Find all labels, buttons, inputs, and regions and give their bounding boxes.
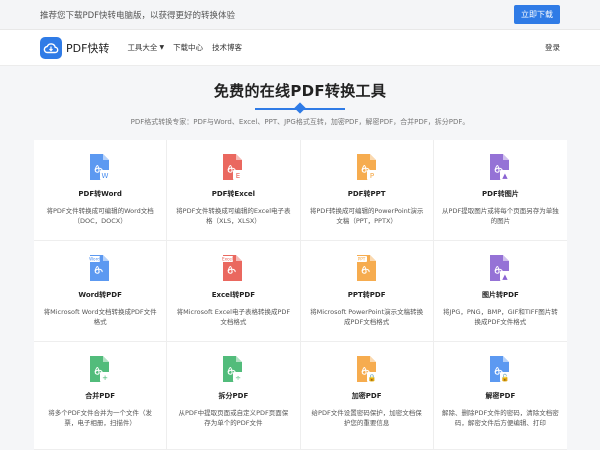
download-now-button[interactable]: 立即下载 bbox=[514, 5, 560, 24]
main-menu: 工具大全 ▼ 下载中心 技术博客 bbox=[127, 42, 251, 53]
svg-text:P: P bbox=[370, 172, 374, 180]
hero-section: 免费的在线PDF转换工具 PDF格式转换专家：PDF与Word、Excel、PP… bbox=[0, 66, 600, 138]
tool-card[interactable]: W PDF转Word 将PDF文件转换成可编辑的Word文档（DOC，DOCX） bbox=[34, 140, 168, 241]
pdf-to-excel-icon: E bbox=[221, 153, 245, 181]
tool-card[interactable]: P PDF转PPT 将PDF转换成可编辑的PowerPoint演示文稿（PPT，PP… bbox=[300, 140, 434, 241]
tool-card[interactable]: Excel Excel转PDF 将Microsoft Excel电子表格转换成PDF… bbox=[167, 241, 301, 342]
pdf-to-ppt-icon: P bbox=[355, 153, 379, 181]
svg-text:Word: Word bbox=[89, 257, 100, 262]
page-subtitle: PDF格式转换专家：PDF与Word、Excel、PPT、JPG格式互转，加密P… bbox=[130, 118, 470, 126]
svg-text:E: E bbox=[236, 172, 240, 180]
tool-card-description: 给PDF文件设置密码保护，加密文档保护您的重要信息 bbox=[311, 409, 422, 428]
svg-text:▲: ▲ bbox=[503, 273, 509, 281]
menu-item-label: 工具大全 bbox=[127, 43, 158, 52]
svg-text:▲: ▲ bbox=[503, 172, 509, 180]
chevron-down-icon: ▼ bbox=[159, 44, 165, 51]
tool-card-title: PPT转PDF bbox=[347, 291, 386, 299]
svg-text:🔓: 🔓 bbox=[501, 373, 510, 382]
menu-item-download-center[interactable]: 下载中心 bbox=[173, 42, 203, 53]
tool-card[interactable]: E PDF转Excel 将PDF文件转换成可编辑的Excel电子表格（XLS，XLS… bbox=[167, 140, 301, 241]
tool-grid: W PDF转Word 将PDF文件转换成可编辑的Word文档（DOC，DOCX） E P… bbox=[34, 140, 567, 450]
word-to-pdf-icon: Word bbox=[88, 254, 112, 282]
tool-card[interactable]: 🔒 加密PDF 给PDF文件设置密码保护，加密文档保护您的重要信息 bbox=[300, 342, 434, 450]
tool-card-title: PDF转Excel bbox=[211, 190, 256, 198]
tool-card-title: PDF转Word bbox=[78, 190, 122, 198]
promo-text: 推荐您下载PDF快转电脑版，以获得更好的转换体验 bbox=[40, 10, 236, 21]
tool-card-description: 从PDF提取图片或将每个页面另存为单独的图片 bbox=[442, 207, 559, 226]
menu-item-tech-blog[interactable]: 技术博客 bbox=[212, 42, 242, 53]
tool-card-title: 加密PDF bbox=[351, 392, 382, 400]
tool-card-description: 将Microsoft Excel电子表格转换成PDF文档格式 bbox=[176, 308, 291, 327]
tool-card[interactable]: ▲ 图片转PDF 将JPG，PNG，BMP，GIF和TIFF图片转换成PDF文件格式 bbox=[433, 241, 567, 342]
top-nav: PDF快转 工具大全 ▼ 下载中心 技术博客 登录 bbox=[0, 30, 600, 66]
tool-card-description: 将PDF文件转换成可编辑的Excel电子表格（XLS，XLSX） bbox=[176, 207, 291, 226]
ppt-to-pdf-icon: PPT bbox=[355, 254, 379, 282]
image-to-pdf-icon: ▲ bbox=[488, 254, 512, 282]
tool-card[interactable]: PPT PPT转PDF 将Microsoft PowerPoint演示文稿转换成PD… bbox=[300, 241, 434, 342]
split-pdf-icon: ÷ bbox=[221, 355, 245, 383]
svg-text:PPT: PPT bbox=[357, 257, 365, 262]
tool-card[interactable]: ÷ 拆分PDF 从PDF中提取页面或自定义PDF页面保存为单个的PDF文件 bbox=[167, 342, 301, 450]
svg-text:+: + bbox=[102, 374, 108, 382]
tool-card[interactable]: ▲ PDF转图片从PDF提取图片或将每个页面另存为单独的图片 bbox=[433, 140, 567, 241]
tool-card-title: PDF转图片 bbox=[482, 190, 519, 198]
tool-card-title: Excel转PDF bbox=[211, 291, 256, 299]
brand-logo[interactable]: PDF快转 bbox=[40, 36, 110, 59]
tool-card-description: 从PDF中提取页面或自定义PDF页面保存为单个的PDF文件 bbox=[178, 409, 289, 428]
svg-text:Excel: Excel bbox=[222, 257, 233, 262]
tool-card-description: 将PDF文件转换成可编辑的Word文档（DOC，DOCX） bbox=[46, 207, 154, 226]
promo-bar: 推荐您下载PDF快转电脑版，以获得更好的转换体验 立即下载 bbox=[0, 0, 600, 30]
merge-pdf-icon: + bbox=[88, 355, 112, 383]
pdf-to-image-icon: ▲ bbox=[488, 153, 512, 181]
tool-card-description: 将Microsoft PowerPoint演示文稿转换成PDF文档格式 bbox=[310, 308, 424, 327]
page-title: 免费的在线PDF转换工具 bbox=[213, 82, 387, 100]
tool-card-description: 解除、删除PDF文件的密码，清除文档密码，解密文件后方便编辑、打印 bbox=[442, 409, 559, 428]
decrypt-pdf-icon: 🔓 bbox=[488, 355, 512, 383]
tool-card-description: 将多个PDF文件合并为一个文件（发票，电子相册，扫描件） bbox=[48, 409, 152, 428]
tool-card[interactable]: 🔓 解密PDF 解除、删除PDF文件的密码，清除文档密码，解密文件后方便编辑、打印 bbox=[433, 342, 567, 450]
encrypt-pdf-icon: 🔒 bbox=[355, 355, 379, 383]
login-link[interactable]: 登录 bbox=[545, 42, 560, 53]
tool-card-title: Word转PDF bbox=[78, 291, 122, 299]
tool-card[interactable]: Word Word转PDF 将Microsoft Word文档转换成PDF文件格式 bbox=[34, 241, 168, 342]
pdf-to-word-icon: W bbox=[88, 153, 112, 181]
cloud-logo-icon bbox=[40, 36, 62, 59]
title-divider bbox=[255, 102, 345, 114]
tool-card-title: 解密PDF bbox=[485, 392, 516, 400]
tool-card-title: 合并PDF bbox=[85, 392, 115, 400]
tool-card-title: PDF转PPT bbox=[347, 190, 386, 198]
tool-card-title: 拆分PDF bbox=[218, 392, 249, 400]
menu-item-tools[interactable]: 工具大全 ▼ bbox=[127, 42, 164, 53]
svg-text:🔒: 🔒 bbox=[367, 374, 376, 382]
tool-card[interactable]: + 合并PDF 将多个PDF文件合并为一个文件（发票，电子相册，扫描件） bbox=[34, 342, 168, 450]
tool-card-title: 图片转PDF bbox=[482, 291, 519, 299]
excel-to-pdf-icon: Excel bbox=[221, 254, 245, 282]
svg-text:W: W bbox=[102, 172, 109, 180]
tool-card-description: 将JPG，PNG，BMP，GIF和TIFF图片转换成PDF文件格式 bbox=[443, 308, 558, 327]
tool-card-description: 将PDF转换成可编辑的PowerPoint演示文稿（PPT，PPTX） bbox=[309, 207, 424, 226]
brand-name: PDF快转 bbox=[66, 41, 110, 55]
svg-text:÷: ÷ bbox=[235, 374, 241, 382]
tool-card-description: 将Microsoft Word文档转换成PDF文件格式 bbox=[43, 308, 157, 327]
